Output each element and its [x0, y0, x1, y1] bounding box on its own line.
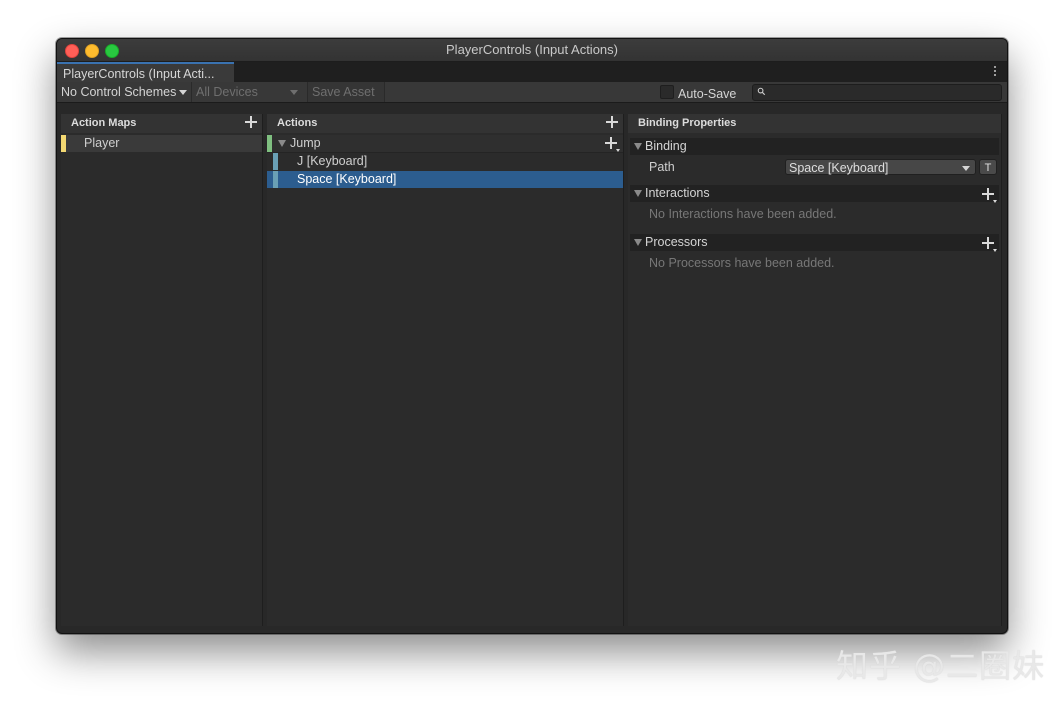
- add-action-map-icon[interactable]: [245, 116, 257, 128]
- expand-triangle-icon: [634, 239, 642, 246]
- tab-bar: PlayerControls (Input Acti...: [57, 62, 1007, 82]
- binding-color-bar: [273, 153, 278, 170]
- path-text-mode-button[interactable]: T: [979, 159, 997, 175]
- add-binding-icon[interactable]: [605, 137, 617, 149]
- chevron-down-icon: [290, 90, 298, 95]
- chevron-down-icon: [962, 166, 970, 171]
- auto-save-label: Auto-Save: [678, 84, 736, 104]
- action-color-bar: [267, 135, 272, 152]
- search-icon: [757, 87, 766, 96]
- chevron-down-icon: [993, 249, 997, 252]
- devices-label: All Devices: [196, 85, 258, 99]
- chevron-down-icon: [179, 90, 187, 95]
- binding-section-label: Binding: [645, 138, 687, 155]
- action-label: Jump: [290, 135, 321, 152]
- actions-panel: Actions Jump J [Keyboard] Space [Keyboar…: [267, 114, 624, 626]
- processors-empty-text: No Processors have been added.: [649, 256, 835, 270]
- watermark-text: 知乎 @二圈妹: [836, 641, 1045, 687]
- binding-label: J [Keyboard]: [297, 153, 367, 170]
- window-title: PlayerControls (Input Actions): [57, 39, 1007, 61]
- interactions-empty-text: No Interactions have been added.: [649, 207, 837, 221]
- action-map-label: Player: [84, 135, 119, 152]
- interactions-section-label: Interactions: [645, 185, 710, 202]
- chevron-down-icon: [616, 149, 620, 152]
- actions-title: Actions: [277, 117, 317, 129]
- interactions-section-header[interactable]: Interactions: [630, 185, 999, 202]
- processors-section-header[interactable]: Processors: [630, 234, 999, 251]
- search-input[interactable]: [769, 85, 997, 100]
- devices-dropdown[interactable]: All Devices: [191, 82, 304, 102]
- expand-triangle-icon: [634, 143, 642, 150]
- binding-properties-header: Binding Properties: [628, 114, 1001, 133]
- expand-triangle-icon: [634, 190, 642, 197]
- control-scheme-dropdown[interactable]: No Control Schemes: [61, 82, 187, 102]
- more-options-icon[interactable]: [993, 64, 997, 78]
- binding-item-space-keyboard[interactable]: Space [Keyboard]: [267, 171, 623, 188]
- auto-save-checkbox[interactable]: [660, 85, 674, 99]
- action-maps-panel: Action Maps Player: [61, 114, 263, 626]
- input-actions-window: PlayerControls (Input Actions) PlayerCon…: [56, 38, 1008, 634]
- binding-section-header[interactable]: Binding: [630, 138, 999, 155]
- path-label: Path: [649, 160, 675, 174]
- search-box: [752, 84, 1002, 101]
- control-scheme-label: No Control Schemes: [61, 85, 176, 99]
- actions-header: Actions: [267, 114, 623, 133]
- add-interaction-icon[interactable]: [982, 188, 994, 200]
- binding-item-j-keyboard[interactable]: J [Keyboard]: [267, 153, 623, 170]
- chevron-down-icon: [993, 200, 997, 203]
- binding-label: Space [Keyboard]: [297, 171, 396, 188]
- action-map-item-player[interactable]: Player: [61, 135, 262, 152]
- binding-color-bar: [273, 171, 278, 188]
- add-processor-icon[interactable]: [982, 237, 994, 249]
- binding-properties-panel: Binding Properties Binding Path Space [K…: [628, 114, 1002, 626]
- save-asset-button[interactable]: Save Asset: [307, 82, 385, 102]
- add-action-icon[interactable]: [606, 116, 618, 128]
- toolbar: No Control Schemes All Devices Save Asse…: [57, 82, 1007, 103]
- title-bar: PlayerControls (Input Actions): [57, 39, 1007, 62]
- action-item-jump[interactable]: Jump: [267, 135, 623, 153]
- action-maps-header: Action Maps: [61, 114, 262, 133]
- expand-triangle-icon[interactable]: [278, 140, 286, 147]
- action-maps-title: Action Maps: [71, 117, 136, 129]
- action-map-color-bar: [61, 135, 66, 152]
- path-dropdown[interactable]: Space [Keyboard]: [785, 159, 976, 175]
- tab-player-controls[interactable]: PlayerControls (Input Acti...: [57, 62, 234, 82]
- processors-section-label: Processors: [645, 234, 708, 251]
- path-value: Space [Keyboard]: [789, 161, 888, 175]
